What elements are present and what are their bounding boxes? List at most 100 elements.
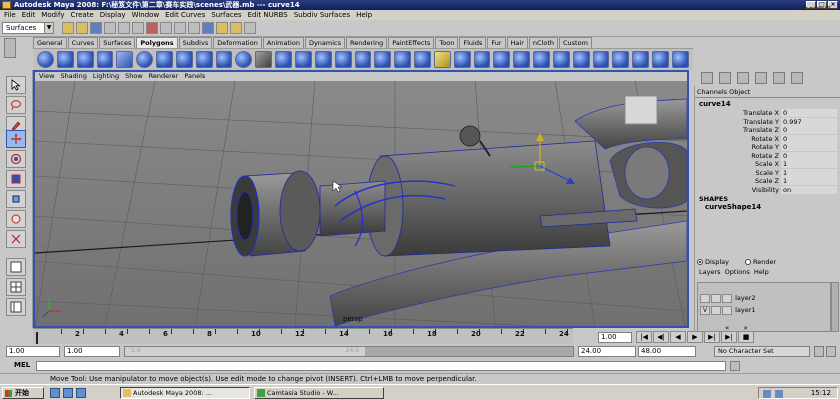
shelf-tab-toon[interactable]: Toon [435,37,459,48]
animation-prefs-icon[interactable] [826,346,836,357]
insert-edge-loop-icon[interactable] [552,51,570,68]
soft-mod-tool[interactable] [6,210,26,228]
menu-set-dropdown[interactable]: Surfaces ▼ [2,22,54,34]
volume-icon[interactable] [775,390,783,398]
desktop-icon[interactable] [50,388,60,398]
character-set-dropdown[interactable]: No Character Set [714,346,810,357]
uv-editor-icon[interactable] [632,51,650,68]
outliner-icon[interactable] [773,72,785,84]
channel-box-icon[interactable] [737,72,749,84]
fill-hole-icon[interactable] [453,51,471,68]
menu-help[interactable]: Help [356,10,372,20]
poly-cylinder-icon[interactable] [76,51,94,68]
display-layer-radio[interactable]: Display [697,258,729,266]
shelf-tab-hair[interactable]: Hair [506,37,528,48]
attr-translate-z[interactable]: Translate Z0 [695,126,840,134]
step-forward-key-button[interactable]: ▶| [704,331,720,343]
stop-button[interactable]: ■ [738,331,754,343]
tool-settings-icon[interactable] [719,72,731,84]
render-layer-radio[interactable]: Render [745,258,776,266]
soccer-ball-icon[interactable] [235,51,253,68]
layout-four-pane[interactable] [6,278,26,296]
combine-icon[interactable] [275,51,292,68]
boolean-difference-icon[interactable] [354,51,372,68]
render-icon[interactable] [216,22,228,34]
new-scene-icon[interactable] [62,22,74,34]
smooth-icon[interactable] [414,51,431,68]
extract-icon[interactable] [314,51,332,68]
end-time-field[interactable]: 48.00 [638,346,696,357]
range-handle[interactable]: 1.0 24.0 [125,347,365,356]
menu-file[interactable]: File [4,10,16,20]
lasso-tool[interactable] [6,96,26,114]
snap-plane-icon[interactable] [188,22,200,34]
layer-row-layer2[interactable]: layer2 [700,293,828,303]
shelf-tab-general[interactable]: General [33,37,67,48]
auto-key-icon[interactable] [814,346,824,357]
layer-visibility-toggle[interactable] [700,293,710,303]
menu-modify[interactable]: Modify [41,10,64,20]
shelf-tab-ncloth[interactable]: nCloth [528,37,558,48]
mirror-geometry-icon[interactable] [394,51,412,68]
snap-curve-icon[interactable] [160,22,172,34]
start-time-field[interactable]: 1.00 [6,346,60,357]
taskbar-item-camtasia[interactable]: Camtasia Studio - W... [254,387,384,399]
shelf-tab-curves[interactable]: Curves [67,37,99,48]
poly-cube-icon[interactable] [56,51,74,68]
planar-mapping-icon[interactable] [652,51,669,68]
viewport-menu-shading[interactable]: Shading [60,72,86,81]
save-scene-icon[interactable] [90,22,102,34]
poly-pyramid-icon[interactable] [175,51,193,68]
layout-single-pane[interactable] [6,258,26,276]
select-object-icon[interactable] [118,22,130,34]
layer-list-scrollbar[interactable] [831,282,839,332]
shelf-tab-dynamics[interactable]: Dynamics [304,37,346,48]
layer-row-layer1[interactable]: V layer1 [700,305,828,315]
time-slider[interactable]: 2 4 6 8 10 12 14 16 18 20 22 24 [33,328,573,344]
scale-tool[interactable] [6,170,26,188]
channel-box-menu-object[interactable]: Object [729,88,750,96]
reduce-icon[interactable] [433,51,451,68]
menu-display[interactable]: Display [100,10,126,20]
step-back-key-button[interactable]: ◀| [653,331,669,343]
attr-visibility[interactable]: Visibility on [695,185,840,194]
attr-scale-x[interactable]: Scale X1 [695,160,840,168]
menu-edit[interactable]: Edit [22,10,36,20]
boolean-union-icon[interactable] [334,51,352,68]
menu-create[interactable]: Create [70,10,93,20]
extrude-icon[interactable] [473,51,491,68]
poly-sphere-icon[interactable] [37,51,54,68]
attribute-editor-icon[interactable] [701,72,713,84]
offset-edge-loop-icon[interactable] [572,51,590,68]
perspective-viewport[interactable]: View Shading Lighting Show Renderer Pane… [33,70,689,328]
cylindrical-mapping-icon[interactable] [672,51,689,68]
menu-surfaces[interactable]: Surfaces [211,10,241,20]
select-tool[interactable] [6,76,26,94]
channel-box-menu-channels[interactable]: Channels [697,88,727,96]
selected-object-name[interactable]: curve14 [699,100,731,108]
shelf-tab-fluids[interactable]: Fluids [459,37,487,48]
shelf-tab-animation[interactable]: Animation [262,37,304,48]
snap-grid-icon[interactable] [146,22,158,34]
layer-visibility-toggle[interactable]: V [700,305,710,315]
manipulator-tool[interactable] [6,190,26,208]
menu-window[interactable]: Window [132,10,160,20]
start-button[interactable]: 开始 [2,387,44,399]
command-input[interactable] [36,361,726,371]
go-to-end-button[interactable]: ▶| [721,331,737,343]
open-scene-icon[interactable] [76,22,88,34]
shelf-tab-custom[interactable]: Custom [559,37,592,48]
append-polygon-icon[interactable] [513,51,531,68]
playback-end-field[interactable]: 24.00 [578,346,636,357]
move-tool[interactable] [6,130,26,148]
snap-point-icon[interactable] [174,22,186,34]
poly-torus-icon[interactable] [136,51,154,68]
shelf-tab-painteffects[interactable]: PaintEffects [388,37,435,48]
layer-template-toggle[interactable] [711,293,721,303]
split-polygon-icon[interactable] [533,51,550,68]
bevel-icon[interactable] [592,51,610,68]
playback-start-field[interactable]: 1.00 [64,346,120,357]
play-backwards-button[interactable]: ◀ [670,331,686,343]
layer-color-swatch[interactable] [722,293,732,303]
select-hierarchy-icon[interactable] [104,22,116,34]
